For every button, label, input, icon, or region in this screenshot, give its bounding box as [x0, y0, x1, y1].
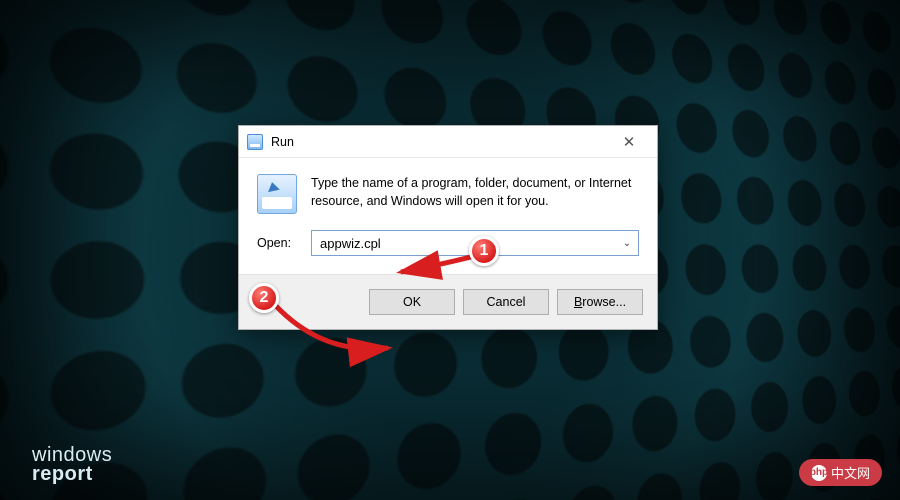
dialog-content: Type the name of a program, folder, docu… — [239, 158, 657, 274]
watermark-right-text: 中文网 — [831, 463, 870, 482]
description-row: Type the name of a program, folder, docu… — [257, 174, 639, 214]
run-dialog: Run ✕ Type the name of a program, folder… — [238, 125, 658, 330]
annotation-badge-1: 1 — [469, 236, 499, 266]
close-button[interactable]: ✕ — [609, 130, 649, 154]
description-text: Type the name of a program, folder, docu… — [311, 174, 639, 214]
chevron-down-icon[interactable]: ⌄ — [616, 238, 638, 249]
open-input[interactable] — [312, 231, 616, 255]
watermark-php: php 中文网 — [799, 459, 882, 486]
run-icon — [247, 134, 263, 150]
browse-button[interactable]: Browse... — [557, 289, 643, 315]
ok-button[interactable]: OK — [369, 289, 455, 315]
button-bar: OK Cancel Browse... — [239, 274, 657, 329]
watermark-windowsreport: windows report — [32, 446, 112, 484]
close-icon: ✕ — [623, 133, 636, 151]
php-logo-icon: php — [811, 465, 827, 481]
window-title: Run — [271, 135, 609, 149]
open-row: Open: ⌄ — [257, 230, 639, 256]
run-program-icon — [257, 174, 297, 214]
cancel-button[interactable]: Cancel — [463, 289, 549, 315]
titlebar[interactable]: Run ✕ — [239, 126, 657, 158]
open-label: Open: — [257, 236, 299, 250]
annotation-badge-2: 2 — [249, 283, 279, 313]
